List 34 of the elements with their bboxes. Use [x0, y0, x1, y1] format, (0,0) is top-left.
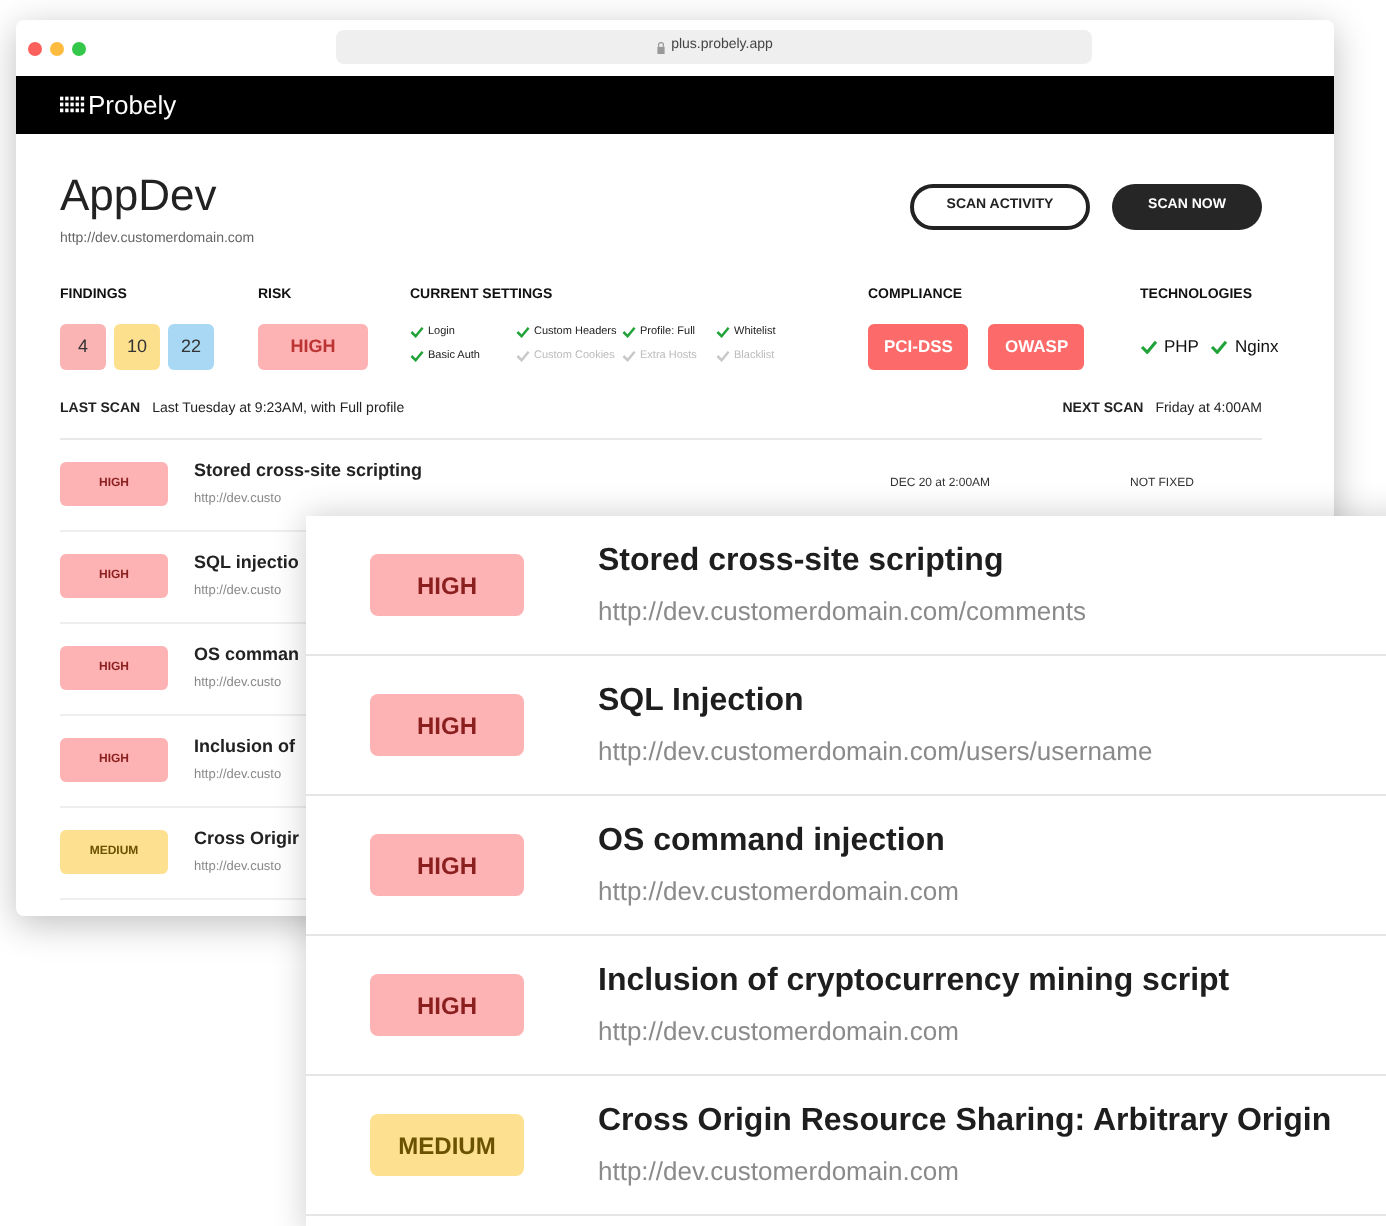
- finding-url: http://dev.customerdomain.com: [598, 874, 959, 911]
- check-icon: [1140, 340, 1158, 354]
- finding-title: Cross Origir: [194, 825, 300, 852]
- finding-title: SQL Injection: [598, 682, 806, 723]
- check-icon: [1210, 340, 1229, 354]
- finding-title: SQL injectio: [194, 549, 299, 576]
- severity-badge: MEDIUM: [370, 1114, 524, 1176]
- severity-badge: HIGH: [370, 554, 524, 616]
- findings-count: 22: [168, 324, 214, 370]
- finding-title: OS comman: [194, 641, 300, 668]
- finding-title: Cross Origin Resource Sharing: Arbitrary Origin: [598, 1102, 1332, 1143]
- finding-title: OS command injection: [598, 822, 947, 863]
- finding-title: Stored cross-site scripting: [194, 457, 423, 484]
- severity-badge: HIGH: [370, 974, 524, 1036]
- compliance-badge: OWASP: [988, 324, 1085, 370]
- finding-title: Inclusion of cryptocurrency mining script: [598, 962, 1230, 1003]
- finding-url: http://dev.customerdomain.com: [598, 1154, 961, 1191]
- target-name: AppDev: [60, 170, 219, 222]
- logo[interactable]: Probely: [60, 85, 177, 125]
- finding-title: Inclusion of: [194, 733, 295, 760]
- finding-url: http://dev.customerdomain.com/comments: [598, 594, 1086, 631]
- dots-logo-icon: [60, 96, 86, 114]
- risk-badge: HIGH: [258, 324, 368, 370]
- compliance-badge: PCI-DSS: [868, 324, 969, 370]
- findings-count: 10: [114, 324, 160, 370]
- technology-item: Nginx: [1210, 334, 1279, 360]
- finding-url: http://dev.customerdomain.com: [598, 1014, 961, 1051]
- findings-count: 4: [60, 324, 106, 370]
- lock-icon: [655, 41, 666, 53]
- technology-item: PHP: [1140, 334, 1199, 360]
- finding-title: Stored cross-site scripting: [598, 542, 1006, 583]
- severity-badge: HIGH: [370, 834, 524, 896]
- severity-badge: HIGH: [370, 694, 524, 756]
- finding-url: http://dev.customerdomain.com/users/username: [598, 734, 1153, 771]
